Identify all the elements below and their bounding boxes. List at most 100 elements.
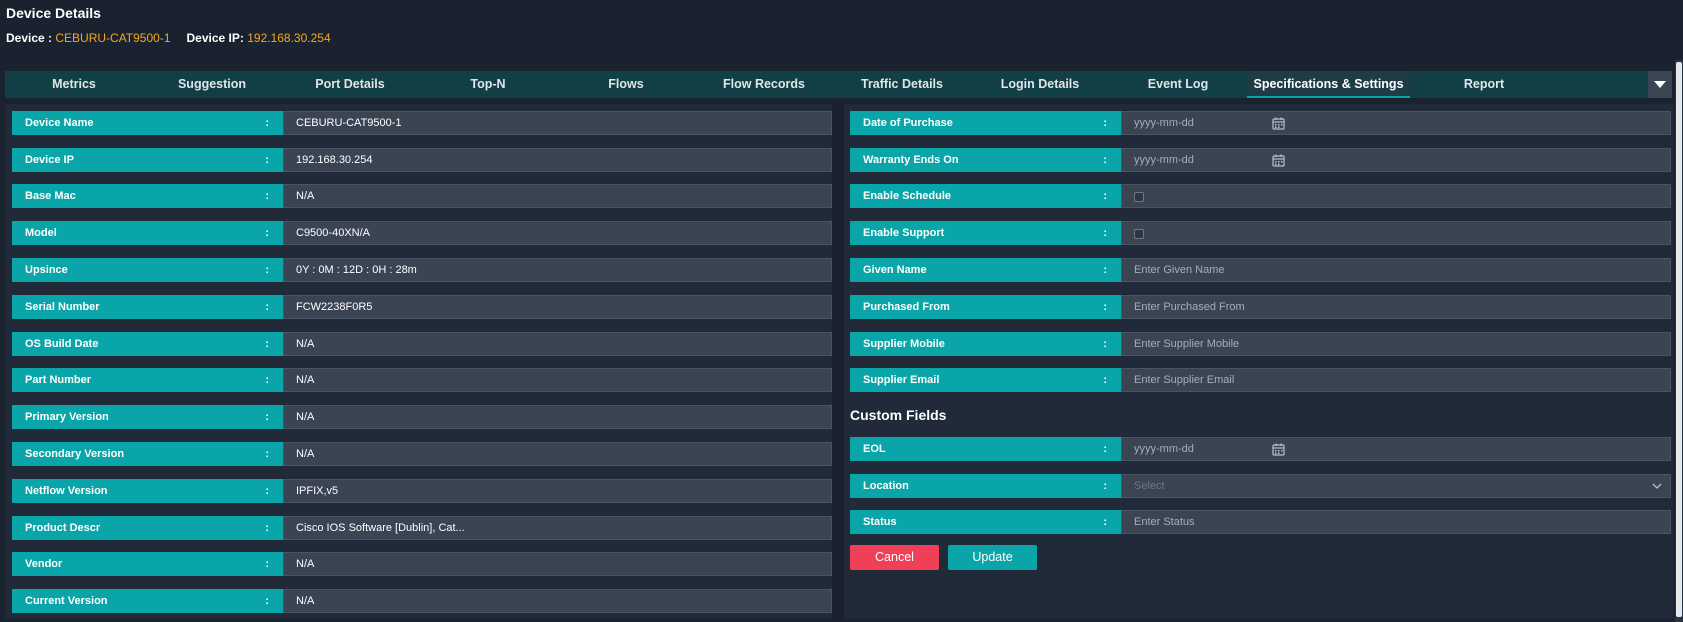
tab-event-log[interactable]: Event Log [1109,71,1247,98]
calendar-icon[interactable] [1272,443,1285,456]
tab-specifications-settings[interactable]: Specifications & Settings [1247,71,1410,98]
field-label: Location: [850,474,1121,498]
tab-top-n[interactable]: Top-N [419,71,557,98]
field-base-mac: Base Mac: N/A [12,184,832,208]
field-value: N/A [283,442,832,466]
field-label: Netflow Version: [12,479,283,503]
device-info-panel: Device Name: CEBURU-CAT9500-1 Device IP:… [5,104,832,619]
enable-support-cell [1121,221,1671,245]
enable-schedule-checkbox[interactable] [1134,192,1144,202]
field-warranty-ends-on: Warranty Ends On: yyyy-mm-dd [850,148,1671,172]
update-button[interactable]: Update [948,545,1037,570]
field-enable-support: Enable Support: [850,221,1671,245]
field-label: Serial Number: [12,295,283,319]
tab-flows[interactable]: Flows [557,71,695,98]
field-label: Vendor: [12,552,283,576]
calendar-icon[interactable] [1272,117,1285,130]
field-label: Purchased From: [850,295,1121,319]
field-date-of-purchase: Date of Purchase: yyyy-mm-dd [850,111,1671,135]
field-label: Base Mac: [12,184,283,208]
field-vendor: Vendor: N/A [12,552,832,576]
field-value: 0Y : 0M : 12D : 0H : 28m [283,258,832,282]
field-model: Model: C9500-40XN/A [12,221,832,245]
field-label: Supplier Mobile: [850,332,1121,356]
more-tabs-button[interactable] [1648,71,1672,98]
enable-support-checkbox[interactable] [1134,229,1144,239]
cancel-button[interactable]: Cancel [850,545,939,570]
caret-down-icon [1654,81,1666,88]
field-enable-schedule: Enable Schedule: [850,184,1671,208]
field-label: Warranty Ends On: [850,148,1121,172]
field-value: N/A [283,405,832,429]
field-device-name: Device Name: CEBURU-CAT9500-1 [12,111,832,135]
field-label: Device Name: [12,111,283,135]
field-location: Location: Select [850,474,1671,498]
field-purchased-from: Purchased From: Enter Purchased From [850,295,1671,319]
field-value: N/A [283,332,832,356]
field-supplier-mobile: Supplier Mobile: Enter Supplier Mobile [850,332,1671,356]
tab-login-details[interactable]: Login Details [971,71,1109,98]
custom-fields-title: Custom Fields [850,407,947,423]
field-label: Status: [850,510,1121,534]
calendar-icon[interactable] [1272,154,1285,167]
tab-metrics[interactable]: Metrics [5,71,143,98]
given-name-input[interactable]: Enter Given Name [1121,258,1671,282]
field-label: Model: [12,221,283,245]
status-input[interactable]: Enter Status [1121,510,1671,534]
field-value: C9500-40XN/A [283,221,832,245]
field-label: Part Number: [12,368,283,392]
field-label: Device IP: [12,148,283,172]
tab-flow-records[interactable]: Flow Records [695,71,833,98]
field-current-version: Current Version: N/A [12,589,832,613]
page-scrollbar[interactable] [1675,60,1683,622]
scrollbar-thumb[interactable] [1676,62,1682,617]
field-serial-number: Serial Number: FCW2238F0R5 [12,295,832,319]
field-given-name: Given Name: Enter Given Name [850,258,1671,282]
field-supplier-email: Supplier Email: Enter Supplier Email [850,368,1671,392]
field-value: FCW2238F0R5 [283,295,832,319]
page-header: Device Details Device : CEBURU-CAT9500-1… [6,5,331,45]
tab-report[interactable]: Report [1410,71,1558,98]
page-title: Device Details [6,5,101,21]
field-label: Given Name: [850,258,1121,282]
field-netflow-version: Netflow Version: IPFIX,v5 [12,479,832,503]
field-secondary-version: Secondary Version: N/A [12,442,832,466]
tab-port-details[interactable]: Port Details [281,71,419,98]
field-value: N/A [283,589,832,613]
field-label: Enable Schedule: [850,184,1121,208]
tab-traffic-details[interactable]: Traffic Details [833,71,971,98]
field-value: N/A [283,552,832,576]
settings-panel: Date of Purchase: yyyy-mm-dd Warranty En… [844,104,1673,619]
field-value: CEBURU-CAT9500-1 [283,111,832,135]
date-of-purchase-input[interactable]: yyyy-mm-dd [1121,111,1671,135]
field-os-build-date: OS Build Date: N/A [12,332,832,356]
device-name-value: CEBURU-CAT9500-1 [55,31,171,45]
field-value: IPFIX,v5 [283,479,832,503]
field-label: Current Version: [12,589,283,613]
eol-input[interactable]: yyyy-mm-dd [1121,437,1671,461]
field-label: OS Build Date: [12,332,283,356]
field-upsince: Upsince: 0Y : 0M : 12D : 0H : 28m [12,258,832,282]
enable-schedule-cell [1121,184,1671,208]
supplier-mobile-input[interactable]: Enter Supplier Mobile [1121,332,1671,356]
field-label: Product Descr: [12,516,283,540]
tab-suggestion[interactable]: Suggestion [143,71,281,98]
device-ip-value: 192.168.30.254 [247,31,331,45]
tab-bar: Metrics Suggestion Port Details Top-N Fl… [5,71,1672,98]
location-select[interactable]: Select [1121,474,1671,498]
warranty-ends-on-input[interactable]: yyyy-mm-dd [1121,148,1671,172]
field-label: Supplier Email: [850,368,1121,392]
supplier-email-input[interactable]: Enter Supplier Email [1121,368,1671,392]
device-ip-label: Device IP: [186,31,248,45]
field-status: Status: Enter Status [850,510,1671,534]
purchased-from-input[interactable]: Enter Purchased From [1121,295,1671,319]
field-label: Primary Version: [12,405,283,429]
field-value: N/A [283,184,832,208]
device-label: Device : [6,31,56,45]
field-label: EOL: [850,437,1121,461]
field-label: Secondary Version: [12,442,283,466]
field-value: N/A [283,368,832,392]
field-eol: EOL: yyyy-mm-dd [850,437,1671,461]
field-value: 192.168.30.254 [283,148,832,172]
field-label: Enable Support: [850,221,1121,245]
